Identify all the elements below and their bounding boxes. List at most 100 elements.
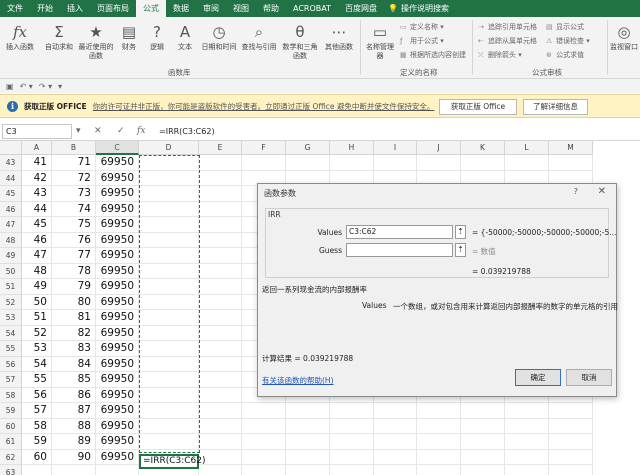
cell-A49[interactable]: 47 (22, 248, 52, 264)
cell-H59[interactable] (330, 403, 374, 419)
cell-K59[interactable] (461, 403, 505, 419)
cell-E45[interactable] (199, 186, 242, 202)
column-header-G[interactable]: G (286, 141, 330, 155)
trace-precedents-button[interactable]: ⇢ 追踪引用单元格 (478, 22, 537, 32)
cell-C45[interactable]: 69950 (96, 186, 139, 202)
cell-B46[interactable]: 74 (52, 201, 96, 217)
cell-E47[interactable] (199, 217, 242, 233)
get-genuine-button[interactable]: 获取正版 Office (439, 99, 517, 115)
row-header[interactable]: 58 (0, 387, 22, 403)
row-header[interactable]: 47 (0, 217, 22, 233)
row-header[interactable]: 49 (0, 248, 22, 264)
cell-E54[interactable] (199, 325, 242, 341)
cell-M60[interactable] (549, 418, 593, 434)
cell-B57[interactable]: 85 (52, 372, 96, 388)
cell-H43[interactable] (330, 155, 374, 171)
cell-C55[interactable]: 69950 (96, 341, 139, 357)
cell-J59[interactable] (417, 403, 461, 419)
cell-C50[interactable]: 69950 (96, 263, 139, 279)
cell-C46[interactable]: 69950 (96, 201, 139, 217)
cell-L63[interactable] (505, 465, 549, 475)
row-header[interactable]: 54 (0, 325, 22, 341)
cell-E49[interactable] (199, 248, 242, 264)
cell-L62[interactable] (505, 449, 549, 465)
row-header[interactable]: 51 (0, 279, 22, 295)
select-all-corner[interactable] (0, 141, 22, 155)
learn-more-button[interactable]: 了解详细信息 (523, 99, 588, 115)
tab-6[interactable]: 审阅 (196, 0, 226, 17)
cell-B51[interactable]: 79 (52, 279, 96, 295)
row-header[interactable]: 45 (0, 186, 22, 202)
cell-A46[interactable]: 44 (22, 201, 52, 217)
cell-K63[interactable] (461, 465, 505, 475)
cell-A63[interactable] (22, 465, 52, 475)
insert-function-button[interactable]: fx 插入函数 (4, 23, 36, 52)
row-header[interactable]: 57 (0, 372, 22, 388)
cell-A47[interactable]: 45 (22, 217, 52, 233)
cell-C59[interactable]: 69950 (96, 403, 139, 419)
cell-M61[interactable] (549, 434, 593, 450)
cell-B48[interactable]: 76 (52, 232, 96, 248)
datetime-button[interactable]: ◷ 日期和时间 (200, 23, 238, 52)
cell-G63[interactable] (286, 465, 330, 475)
cell-E50[interactable] (199, 263, 242, 279)
cell-K60[interactable] (461, 418, 505, 434)
cell-E60[interactable] (199, 418, 242, 434)
cell-C51[interactable]: 69950 (96, 279, 139, 295)
cell-F60[interactable] (242, 418, 286, 434)
column-header-J[interactable]: J (417, 141, 461, 155)
define-name-button[interactable]: ▭ 定义名称 ▾ (400, 22, 444, 32)
row-header[interactable]: 55 (0, 341, 22, 357)
cell-A54[interactable]: 52 (22, 325, 52, 341)
collapse-dialog-icon[interactable]: ⇡ (455, 243, 466, 257)
cell-C48[interactable]: 69950 (96, 232, 139, 248)
cell-E63[interactable] (199, 465, 242, 475)
save-icon[interactable]: ▣ (6, 82, 14, 91)
cell-A45[interactable]: 43 (22, 186, 52, 202)
cell-L60[interactable] (505, 418, 549, 434)
cell-C53[interactable]: 69950 (96, 310, 139, 326)
cell-E56[interactable] (199, 356, 242, 372)
cell-L61[interactable] (505, 434, 549, 450)
help-icon[interactable]: ? (574, 187, 578, 196)
cell-G60[interactable] (286, 418, 330, 434)
column-header-H[interactable]: H (330, 141, 374, 155)
row-header[interactable]: 48 (0, 232, 22, 248)
collapse-dialog-icon[interactable]: ⇡ (455, 225, 466, 239)
row-header[interactable]: 50 (0, 263, 22, 279)
column-header-D[interactable]: D (139, 141, 199, 155)
cell-I61[interactable] (374, 434, 417, 450)
autosum-button[interactable]: Σ 自动求和 (42, 23, 76, 52)
cell-C60[interactable]: 69950 (96, 418, 139, 434)
cell-A61[interactable]: 59 (22, 434, 52, 450)
cell-K62[interactable] (461, 449, 505, 465)
row-header[interactable]: 44 (0, 170, 22, 186)
cell-E43[interactable] (199, 155, 242, 171)
more-functions-button[interactable]: ⋯ 其他函数 (322, 23, 356, 52)
cell-H63[interactable] (330, 465, 374, 475)
row-header[interactable]: 60 (0, 418, 22, 434)
cell-C56[interactable]: 69950 (96, 356, 139, 372)
cell-C63[interactable] (96, 465, 139, 475)
tab-8[interactable]: 帮助 (256, 0, 286, 17)
cell-F61[interactable] (242, 434, 286, 450)
tab-3[interactable]: 页面布局 (90, 0, 136, 17)
cell-B59[interactable]: 87 (52, 403, 96, 419)
formula-input[interactable]: =IRR(C3:C62) (159, 124, 215, 139)
cell-A57[interactable]: 55 (22, 372, 52, 388)
cell-B61[interactable]: 89 (52, 434, 96, 450)
cell-L43[interactable] (505, 155, 549, 171)
cell-E51[interactable] (199, 279, 242, 295)
cell-B54[interactable]: 82 (52, 325, 96, 341)
cell-G43[interactable] (286, 155, 330, 171)
cell-C49[interactable]: 69950 (96, 248, 139, 264)
cell-F63[interactable] (242, 465, 286, 475)
cell-E48[interactable] (199, 232, 242, 248)
arg-values-input[interactable]: C3:C62 (346, 225, 453, 239)
undo-icon[interactable]: ↶ ▾ (20, 82, 33, 91)
fx-icon[interactable]: fx (137, 124, 145, 139)
recent-functions-button[interactable]: ★ 最近使用的函数 (78, 23, 114, 61)
cell-C54[interactable]: 69950 (96, 325, 139, 341)
cell-A55[interactable]: 53 (22, 341, 52, 357)
cell-E59[interactable] (199, 403, 242, 419)
